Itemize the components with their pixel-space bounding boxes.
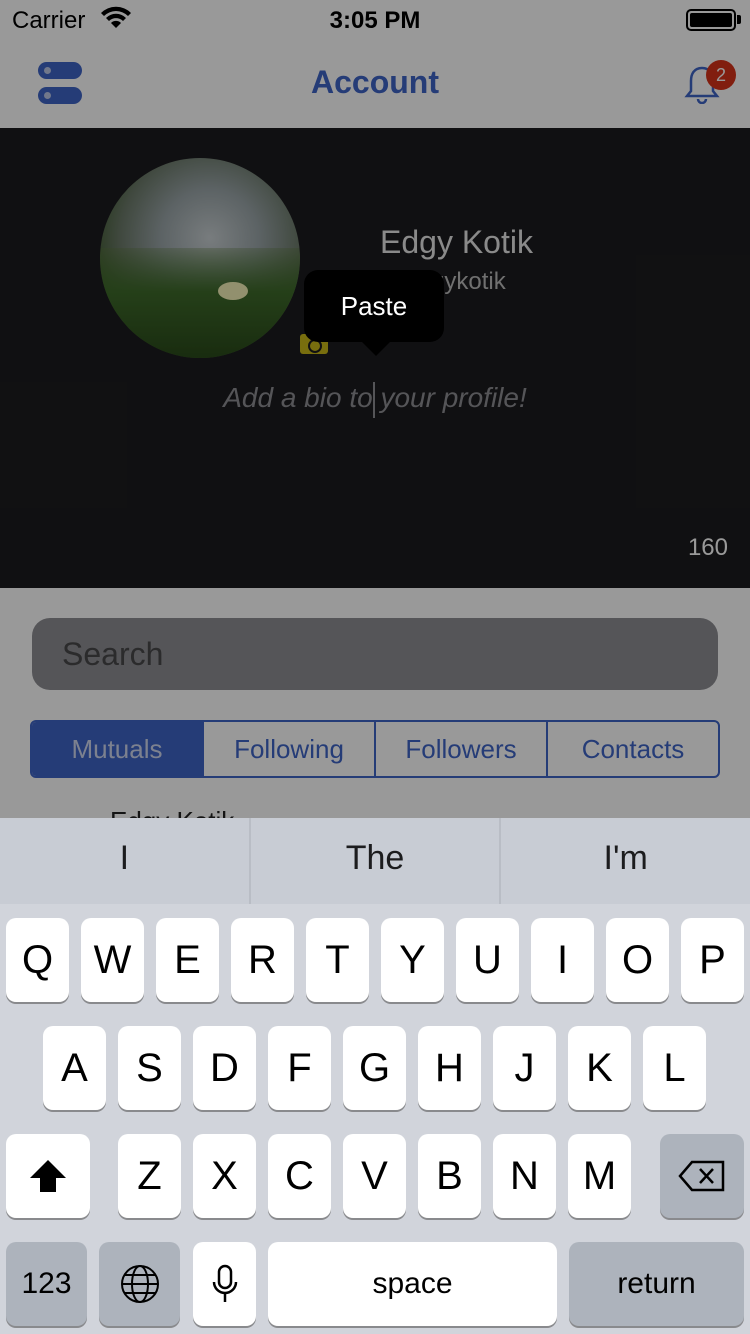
- key-h[interactable]: H: [418, 1026, 481, 1110]
- bio-char-count: 160: [687, 534, 728, 561]
- clock: 3:05 PM: [329, 7, 421, 34]
- key-q[interactable]: Q: [6, 918, 69, 1002]
- key-p[interactable]: P: [681, 918, 744, 1002]
- text-cursor: [373, 382, 375, 418]
- prediction-1[interactable]: I: [0, 818, 249, 904]
- key-e[interactable]: E: [156, 918, 219, 1002]
- numbers-key[interactable]: 123: [6, 1242, 87, 1326]
- shift-key[interactable]: [6, 1134, 90, 1218]
- key-a[interactable]: A: [43, 1026, 106, 1110]
- segment-contacts[interactable]: Contacts: [546, 722, 718, 776]
- key-o[interactable]: O: [606, 918, 669, 1002]
- globe-key[interactable]: [99, 1242, 180, 1326]
- key-m[interactable]: M: [568, 1134, 631, 1218]
- predictive-bar: I The I'm: [0, 818, 750, 904]
- shift-icon: [30, 1160, 66, 1192]
- key-b[interactable]: B: [418, 1134, 481, 1218]
- return-key[interactable]: return: [569, 1242, 744, 1326]
- search-input[interactable]: Search: [32, 618, 718, 690]
- profile-header: Edgy Kotik @edgykotik Add a bio to your …: [0, 128, 750, 588]
- key-x[interactable]: X: [193, 1134, 256, 1218]
- segment-followers[interactable]: Followers: [374, 722, 546, 776]
- paste-button[interactable]: Paste: [304, 270, 444, 356]
- keyboard: I The I'm Q W E R T Y U I O P A S D F G …: [0, 818, 750, 1334]
- avatar[interactable]: [100, 158, 300, 358]
- page-title: Account: [311, 64, 439, 100]
- profile-content: Search Mutuals Following Followers Conta…: [0, 588, 750, 836]
- key-t[interactable]: T: [306, 918, 369, 1002]
- battery-tip: [737, 15, 741, 24]
- bio-field[interactable]: Add a bio to your profile!: [0, 382, 750, 414]
- key-j[interactable]: J: [493, 1026, 556, 1110]
- key-l[interactable]: L: [643, 1026, 706, 1110]
- delete-key[interactable]: [660, 1134, 744, 1218]
- app-screen: Carrier 3:05 PM Account 2 Edgy Kotik Add…: [0, 0, 750, 1334]
- key-d[interactable]: D: [193, 1026, 256, 1110]
- key-u[interactable]: U: [456, 918, 519, 1002]
- globe-icon: [120, 1265, 159, 1303]
- key-v[interactable]: V: [343, 1134, 406, 1218]
- status-bar: Carrier 3:05 PM: [0, 0, 750, 40]
- battery-icon: [686, 9, 736, 31]
- backspace-icon: [678, 1160, 725, 1192]
- segmented-control: Mutuals Following Followers Contacts: [30, 720, 720, 778]
- segment-mutuals[interactable]: Mutuals: [32, 722, 202, 776]
- prediction-3[interactable]: I'm: [499, 818, 750, 904]
- key-s[interactable]: S: [118, 1026, 181, 1110]
- key-f[interactable]: F: [268, 1026, 331, 1110]
- notification-badge: 2: [706, 60, 736, 90]
- key-z[interactable]: Z: [118, 1134, 181, 1218]
- space-key[interactable]: space: [268, 1242, 557, 1326]
- key-c[interactable]: C: [268, 1134, 331, 1218]
- prediction-2[interactable]: The: [248, 818, 500, 904]
- key-n[interactable]: N: [493, 1134, 556, 1218]
- key-i[interactable]: I: [531, 918, 594, 1002]
- key-w[interactable]: W: [81, 918, 144, 1002]
- key-g[interactable]: G: [343, 1026, 406, 1110]
- profile-name: Edgy Kotik: [380, 224, 533, 260]
- microphone-icon: [212, 1264, 237, 1302]
- key-r[interactable]: R: [231, 918, 294, 1002]
- key-y[interactable]: Y: [381, 918, 444, 1002]
- segment-following[interactable]: Following: [202, 722, 374, 776]
- dictation-key[interactable]: [193, 1242, 256, 1326]
- nav-bar: Account 2: [0, 40, 750, 128]
- key-k[interactable]: K: [568, 1026, 631, 1110]
